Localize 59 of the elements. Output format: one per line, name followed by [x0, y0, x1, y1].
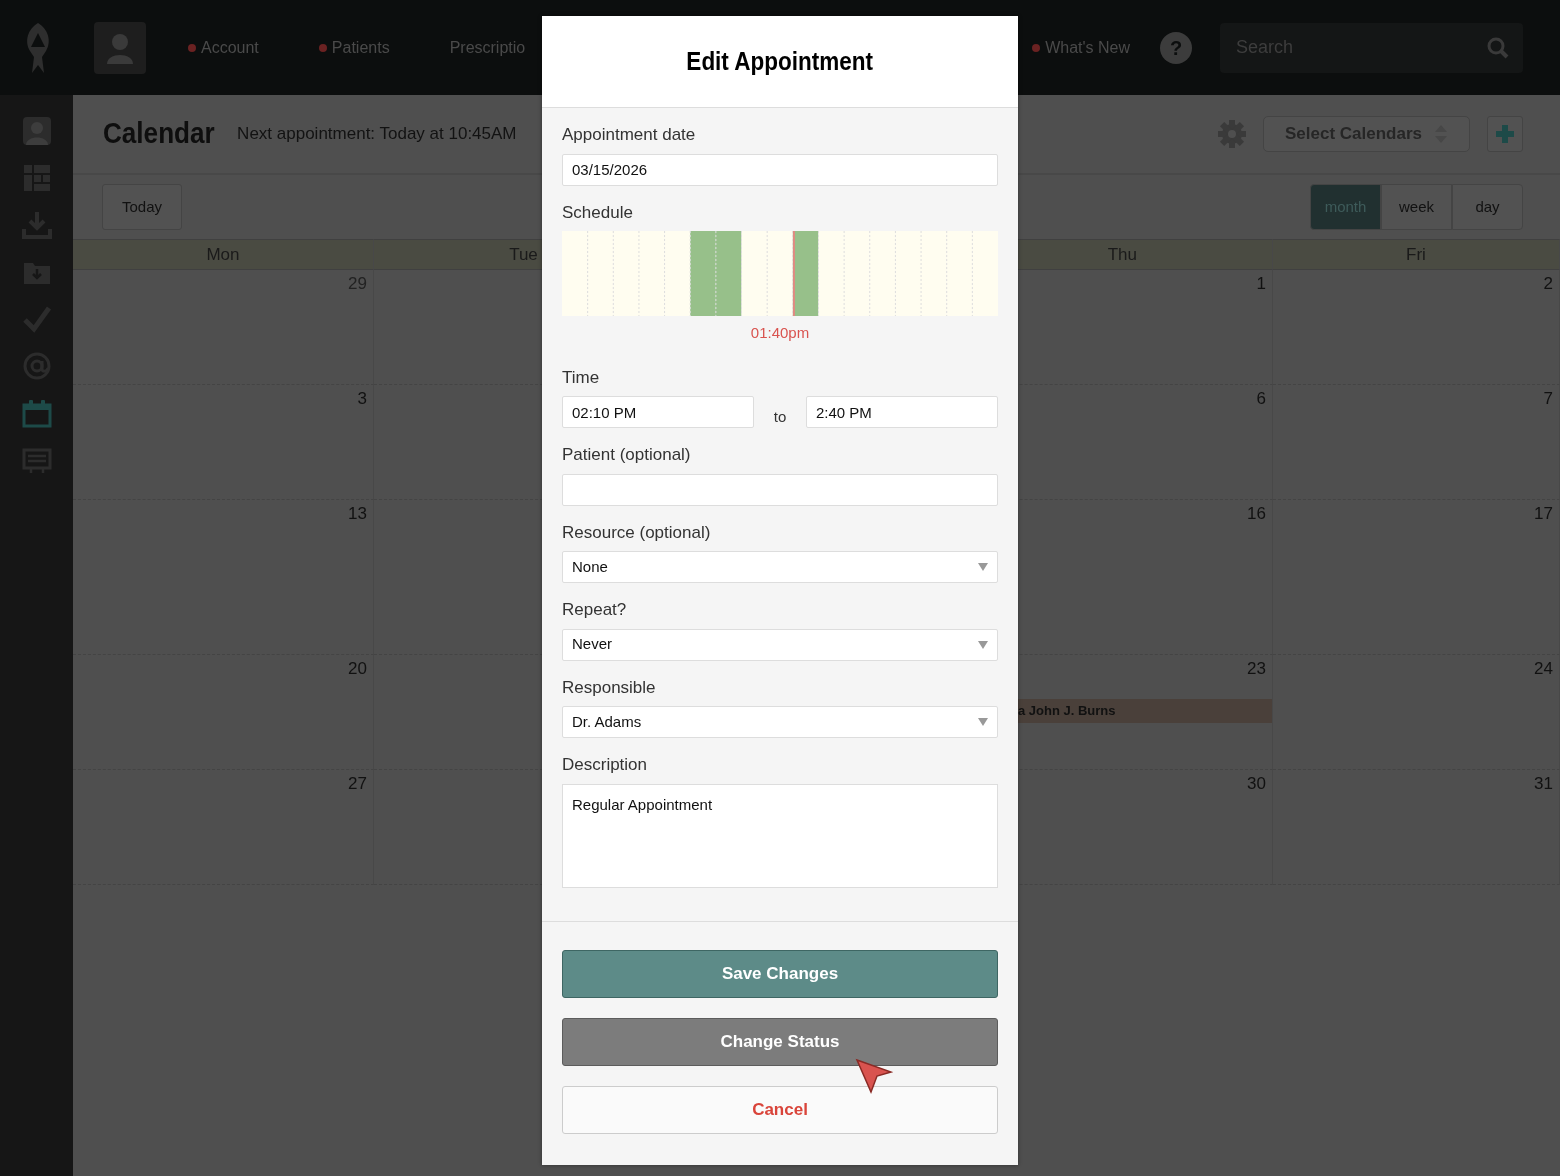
day-number: 1: [1256, 274, 1266, 295]
day-number: 17: [1534, 504, 1553, 525]
select-field[interactable]: Never: [562, 628, 998, 661]
select-value: Dr. Adams: [572, 711, 642, 732]
page-title: Calendar: [103, 116, 215, 152]
day-number: 13: [348, 504, 367, 525]
save-button[interactable]: Save Changes: [562, 950, 998, 998]
nav-link[interactable]: Prescriptio: [449, 35, 526, 60]
to-label: to: [772, 406, 788, 427]
day-number: 30: [1247, 774, 1266, 795]
day-number: 23: [1247, 659, 1266, 680]
search-icon[interactable]: [1487, 36, 1509, 59]
day-number: 6: [1256, 389, 1266, 410]
today-button[interactable]: Today: [102, 184, 182, 230]
day-number: 3: [357, 389, 367, 410]
nav-link[interactable]: What's New: [1032, 35, 1130, 60]
day-number: 24: [1534, 659, 1553, 680]
select-field[interactable]: Dr. Adams: [562, 706, 998, 738]
field-label: Patient (optional): [562, 444, 691, 466]
field-label: Description: [562, 754, 648, 776]
change-status-button[interactable]: Change Status: [562, 1018, 998, 1066]
avatar-placeholder[interactable]: [20, 115, 53, 147]
caret-icon: [978, 563, 988, 571]
cancel-button[interactable]: Cancel: [562, 1086, 998, 1134]
select-field[interactable]: None: [562, 551, 998, 583]
field-label: Resource (optional): [562, 521, 711, 544]
day-number: 20: [348, 659, 367, 680]
field-label: Schedule: [562, 201, 633, 224]
day-number: 16: [1247, 504, 1266, 525]
caret-icon: [978, 640, 988, 649]
description-field[interactable]: Regular Appointment: [562, 783, 998, 888]
view-tab[interactable]: week: [1381, 184, 1452, 230]
field-label: Repeat?: [562, 599, 627, 621]
avatar-placeholder[interactable]: [94, 21, 146, 74]
next-appointment-text: Next appointment: Today at 10:45AM: [237, 123, 517, 146]
day-number: 31: [1534, 774, 1553, 795]
field-label: Appointment date: [562, 124, 696, 146]
time-field[interactable]: 02:10 PM: [562, 396, 754, 428]
input-field[interactable]: [562, 473, 998, 506]
person-silhouette-icon: [105, 31, 135, 64]
select-value: Never: [572, 634, 612, 655]
day-number: 2: [1543, 274, 1553, 295]
caret-icon: [978, 718, 988, 726]
calendar-icon[interactable]: [20, 397, 53, 429]
time-field[interactable]: 2:40 PM: [806, 396, 998, 428]
select-value: None: [572, 556, 608, 577]
current-time-label: 01:40pm: [749, 323, 811, 343]
add-button[interactable]: [1487, 116, 1523, 152]
nav-link[interactable]: Account: [188, 35, 259, 60]
field-label: Time: [562, 366, 600, 389]
day-number: 27: [348, 774, 367, 795]
view-tab[interactable]: day: [1452, 184, 1523, 230]
modal-title: Edit Appointment: [686, 45, 874, 77]
day-number: 7: [1543, 389, 1553, 410]
nav-link[interactable]: Patients: [318, 35, 390, 60]
plus-icon: [1495, 124, 1515, 144]
input-field[interactable]: 03/15/2026: [562, 153, 998, 186]
pointer-cursor-icon: [855, 1058, 893, 1094]
field-label: Responsible: [562, 676, 656, 699]
